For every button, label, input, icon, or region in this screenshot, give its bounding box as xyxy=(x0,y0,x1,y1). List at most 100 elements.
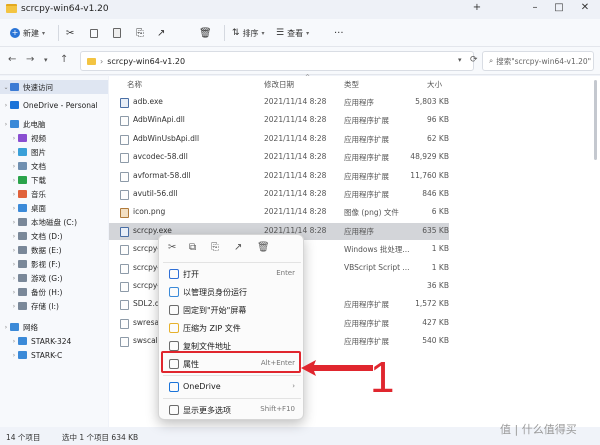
expand-chevron-icon[interactable]: › xyxy=(10,233,18,240)
column-header-size[interactable]: 大小 xyxy=(427,79,442,90)
address-bar[interactable]: › scrcpy-win64-v1.20 xyxy=(80,51,474,71)
expand-chevron-icon[interactable]: › xyxy=(10,191,18,198)
expand-chevron-icon[interactable]: ⌄ xyxy=(2,84,10,91)
sidebar-item[interactable]: › 游戏 (G:) xyxy=(0,271,108,285)
expand-chevron-icon[interactable]: › xyxy=(10,275,18,282)
forward-icon[interactable]: → xyxy=(26,54,34,65)
table-row[interactable]: icon.png 2021/11/14 8:28 图像 (png) 文件 6 KB xyxy=(109,204,449,221)
sidebar-item[interactable]: › 文档 (D:) xyxy=(0,229,108,243)
table-row[interactable]: avformat-58.dll 2021/11/14 8:28 应用程序扩展 11,7… xyxy=(109,168,449,185)
copy-icon[interactable] xyxy=(90,25,98,41)
expand-chevron-icon[interactable]: › xyxy=(10,135,18,142)
expand-chevron-icon[interactable]: › xyxy=(2,121,10,128)
sidebar-item[interactable]: › 图片 xyxy=(0,145,108,159)
sidebar-item[interactable]: › OneDrive - Personal xyxy=(0,98,108,112)
file-date: 2021/11/14 8:28 xyxy=(264,115,327,125)
dll-file-icon xyxy=(120,318,129,329)
expand-chevron-icon[interactable]: › xyxy=(10,163,18,170)
search-input[interactable]: ⌕ 搜索"scrcpy-win64-v1.20" xyxy=(482,51,594,71)
context-menu-label: 压缩为 ZIP 文件 xyxy=(183,324,241,333)
expand-chevron-icon[interactable]: › xyxy=(10,205,18,212)
table-row[interactable]: avcodec-58.dll 2021/11/14 8:28 应用程序扩展 48,92… xyxy=(109,149,449,166)
sort-button[interactable]: ⇅ 排序 ▾ xyxy=(232,25,265,41)
file-date: 2021/11/14 8:28 xyxy=(264,189,327,198)
more-icon[interactable]: ··· xyxy=(334,25,344,41)
sidebar-item[interactable]: › 影视 (F:) xyxy=(0,257,108,271)
expand-chevron-icon[interactable]: › xyxy=(10,177,18,184)
refresh-icon[interactable]: ⟳ xyxy=(470,55,478,65)
context-menu-item[interactable]: 显示更多选项 Shift+F10 xyxy=(163,401,301,419)
maximize-icon[interactable]: □ xyxy=(552,2,566,13)
expand-chevron-icon[interactable]: › xyxy=(10,338,18,345)
sidebar-item[interactable]: › 本地磁盘 (C:) xyxy=(0,215,108,229)
context-menu-item[interactable]: 打开 Enter xyxy=(163,265,301,283)
rename-icon[interactable]: ⎘ xyxy=(136,25,144,41)
expand-chevron-icon[interactable]: › xyxy=(10,303,18,310)
sidebar-item[interactable]: › 此电脑 xyxy=(0,117,108,131)
annotation-number: 1 xyxy=(370,353,395,402)
sidebar-item[interactable]: › 存储 (I:) xyxy=(0,299,108,313)
rename-icon[interactable]: ⎘ xyxy=(211,242,219,253)
table-row[interactable]: AdbWinUsbApi.dll 2021/11/14 8:28 应用程序扩展 62 … xyxy=(109,131,449,148)
table-row[interactable]: adb.exe 2021/11/14 8:28 应用程序 5,803 KB xyxy=(109,94,449,111)
context-menu-item[interactable]: 固定到"开始"屏幕 xyxy=(163,301,301,319)
column-header-type[interactable]: 类型 xyxy=(344,79,359,90)
delete-icon[interactable]: 🗑 xyxy=(257,242,270,253)
sidebar-item[interactable]: › 数据 (E:) xyxy=(0,243,108,257)
dll-file-icon xyxy=(120,134,129,145)
expand-chevron-icon[interactable]: › xyxy=(2,324,10,331)
sidebar-item[interactable]: › 网络 xyxy=(0,320,108,334)
sidebar-item[interactable]: › 备份 (H:) xyxy=(0,285,108,299)
new-button[interactable]: + 新建 ▾ xyxy=(10,25,45,41)
close-icon[interactable]: ✕ xyxy=(578,2,592,13)
breadcrumb[interactable]: scrcpy-win64-v1.20 xyxy=(107,57,185,66)
music-icon xyxy=(18,190,27,198)
expand-chevron-icon[interactable]: › xyxy=(10,219,18,226)
expand-chevron-icon[interactable]: › xyxy=(2,102,10,109)
sidebar-item[interactable]: ⌄ 快速访问 xyxy=(0,80,108,94)
expand-chevron-icon[interactable]: › xyxy=(10,289,18,296)
drive-icon xyxy=(18,232,27,240)
view-button[interactable]: ☰ 查看 ▾ xyxy=(276,25,309,41)
sidebar-item[interactable]: › 音乐 xyxy=(0,187,108,201)
scrollbar[interactable] xyxy=(594,80,597,160)
expand-chevron-icon[interactable]: › xyxy=(10,247,18,254)
paste-icon[interactable] xyxy=(113,25,121,41)
table-row[interactable]: AdbWinApi.dll 2021/11/14 8:28 应用程序扩展 96 KB xyxy=(109,112,449,129)
drive-icon xyxy=(18,246,27,254)
expand-chevron-icon[interactable]: › xyxy=(10,261,18,268)
file-date: 2021/11/14 8:28 xyxy=(264,152,327,162)
bat-file-icon xyxy=(120,245,129,256)
sidebar-item[interactable]: › 文档 xyxy=(0,159,108,173)
cut-icon[interactable]: ✂ xyxy=(66,25,74,41)
sidebar-item[interactable]: › STARK-C xyxy=(0,348,108,362)
column-header-date[interactable]: 修改日期 xyxy=(264,79,294,90)
up-icon[interactable]: ↑ xyxy=(60,54,68,65)
sidebar-item[interactable]: › 视频 xyxy=(0,131,108,145)
share-icon[interactable]: ↗ xyxy=(234,242,242,253)
context-menu-item[interactable]: 压缩为 ZIP 文件 xyxy=(163,319,301,337)
expand-chevron-icon[interactable]: › xyxy=(10,352,18,359)
address-dropdown-icon[interactable]: ▾ xyxy=(458,56,462,64)
copy-icon[interactable]: ⧉ xyxy=(189,242,196,253)
delete-icon[interactable]: 🗑 xyxy=(199,25,212,41)
recent-chevron-icon[interactable]: ▾ xyxy=(44,56,48,64)
sidebar-item-label: 图片 xyxy=(31,147,46,157)
table-row[interactable]: avutil-56.dll 2021/11/14 8:28 应用程序扩展 846 KB xyxy=(109,186,449,203)
expand-chevron-icon[interactable]: › xyxy=(10,149,18,156)
sidebar-item[interactable]: › 下载 xyxy=(0,173,108,187)
sidebar-item[interactable]: › STARK-324 xyxy=(0,334,108,348)
sidebar-item-label: STARK-324 xyxy=(31,336,72,346)
tab-add-icon[interactable]: + xyxy=(470,2,484,13)
sort-up-icon: ^ xyxy=(305,74,311,81)
sidebar-item[interactable]: › 桌面 xyxy=(0,201,108,215)
share-icon[interactable]: ↗ xyxy=(157,25,165,41)
cut-icon[interactable]: ✂ xyxy=(168,242,176,253)
back-icon[interactable]: ← xyxy=(8,54,16,65)
context-menu-item[interactable]: OneDrive › xyxy=(163,378,301,396)
file-type: 应用程序扩展 xyxy=(344,116,389,126)
column-header-name[interactable]: 名称 xyxy=(127,79,142,90)
minimize-icon[interactable]: – xyxy=(528,2,542,13)
context-menu-item[interactable]: 以管理员身份运行 xyxy=(163,283,301,301)
file-size: 48,929 KB xyxy=(410,152,449,162)
